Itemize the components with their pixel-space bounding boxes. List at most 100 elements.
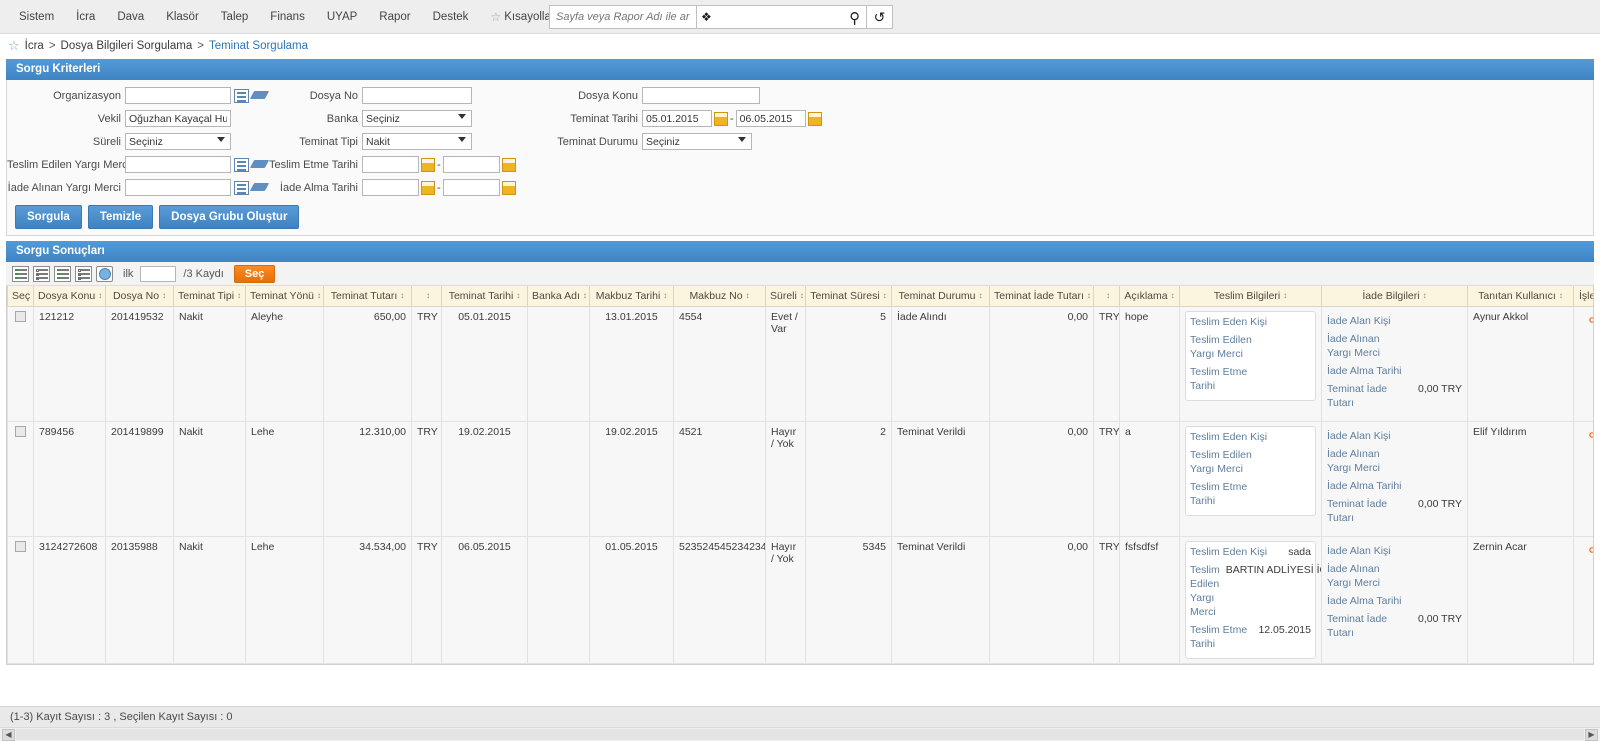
- eraser-icon[interactable]: [252, 89, 268, 102]
- select-page-icon[interactable]: [54, 265, 71, 282]
- scrollbar-track[interactable]: [16, 729, 1584, 740]
- favorite-star-icon[interactable]: ☆: [8, 38, 20, 54]
- first-page-label[interactable]: ilk: [123, 268, 133, 280]
- sort-toggle-icon[interactable]: ↕: [162, 291, 166, 300]
- column-header-süreli[interactable]: Süreli ↕: [765, 286, 806, 307]
- sureli-select[interactable]: Seçiniz: [125, 133, 231, 150]
- sec-button[interactable]: Seç: [233, 264, 276, 283]
- sort-toggle-icon[interactable]: ↕: [1423, 291, 1427, 300]
- menu-item-rapor[interactable]: Rapor: [368, 7, 421, 27]
- menu-item-klasör[interactable]: Klasör: [155, 7, 210, 27]
- teminat-durumu-select[interactable]: Seçiniz: [642, 133, 752, 150]
- list-picker-icon[interactable]: [234, 157, 249, 172]
- table-row[interactable]: 121212 201419532 Nakit Aleyhe 650,00 TRY 05.01…: [7, 305, 1593, 422]
- column-header-teminat-i̇ade-tutarı[interactable]: Teminat İade Tutarı ↕: [989, 286, 1094, 307]
- menu-item-dava[interactable]: Dava: [106, 7, 155, 27]
- eraser-icon[interactable]: [252, 181, 268, 194]
- sort-toggle-icon[interactable]: ↕: [1106, 291, 1110, 300]
- dosya-no-input[interactable]: [362, 87, 472, 104]
- deselect-page-icon[interactable]: [75, 265, 92, 282]
- row-select-checkbox[interactable]: [15, 310, 26, 322]
- teslim-etme-tarihi-from-input[interactable]: [362, 156, 419, 173]
- sort-toggle-icon[interactable]: ↕: [98, 291, 102, 300]
- sort-toggle-icon[interactable]: ↕: [979, 291, 983, 300]
- teslim-etme-tarihi-to-input[interactable]: [442, 156, 500, 173]
- calendar-icon[interactable]: [421, 180, 435, 195]
- sort-toggle-icon[interactable]: ↕: [516, 291, 520, 300]
- scroll-right-arrow-icon[interactable]: ▶: [1585, 728, 1598, 741]
- column-header-teminat-yönü[interactable]: Teminat Yönü ↕: [245, 286, 324, 307]
- sort-toggle-icon[interactable]: ↕: [1171, 291, 1175, 300]
- gear-icon[interactable]: ❖: [701, 11, 712, 23]
- sort-toggle-icon[interactable]: ↕: [883, 291, 887, 300]
- row-detail-magnifier-icon[interactable]: ⌕: [1588, 426, 1593, 443]
- calendar-icon[interactable]: [807, 111, 822, 126]
- organizasyon-input[interactable]: [125, 87, 231, 104]
- column-header-banka-adı[interactable]: Banka Adı ↕: [527, 286, 590, 307]
- column-header-i̇ade-bilgileri[interactable]: İade Bilgileri ↕: [1321, 286, 1468, 307]
- teminat-tarihi-to-input[interactable]: [735, 110, 806, 127]
- column-header-teminat-tipi[interactable]: Teminat Tipi ↕: [173, 286, 246, 307]
- menu-item-sistem[interactable]: Sistem: [8, 7, 65, 27]
- vekil-input[interactable]: [125, 110, 231, 127]
- sorgula-button[interactable]: Sorgula: [15, 205, 82, 229]
- deselect-all-icon[interactable]: [33, 265, 50, 282]
- row-detail-magnifier-icon[interactable]: ⌕: [1588, 311, 1593, 328]
- banka-select[interactable]: Seçiniz: [362, 110, 472, 127]
- list-picker-icon[interactable]: [234, 180, 249, 195]
- menu-item-finans[interactable]: Finans: [259, 7, 316, 27]
- calendar-icon[interactable]: [501, 157, 516, 172]
- sort-toggle-icon[interactable]: ↕: [317, 291, 321, 300]
- teminat-tipi-select[interactable]: Nakit: [362, 133, 472, 150]
- sort-toggle-icon[interactable]: ↕: [746, 291, 750, 300]
- table-row[interactable]: 3124272608 20135988 Nakit Lehe 34.534,00 TRY 0…: [7, 535, 1593, 664]
- column-header-makbuz-no[interactable]: Makbuz No ↕: [673, 286, 766, 307]
- column-header-teminat-tarihi[interactable]: Teminat Tarihi ↕: [441, 286, 528, 307]
- iade-alma-tarihi-to-input[interactable]: [442, 179, 500, 196]
- teslim-edilen-yargi-merci-input[interactable]: [125, 156, 231, 173]
- sort-toggle-icon[interactable]: ↕: [1559, 291, 1563, 300]
- row-select-checkbox[interactable]: [15, 540, 26, 552]
- menu-item-talep[interactable]: Talep: [210, 7, 260, 27]
- column-header-makbuz-tarihi[interactable]: Makbuz Tarihi ↕: [589, 286, 674, 307]
- eraser-icon[interactable]: [252, 158, 268, 171]
- select-all-icon[interactable]: [12, 265, 29, 282]
- column-header-teminat-süresi[interactable]: Teminat Süresi ↕: [805, 286, 892, 307]
- dosya-konu-input[interactable]: [642, 87, 760, 104]
- column-header-dosya-konu[interactable]: Dosya Konu ↕: [33, 286, 106, 307]
- page-number-input[interactable]: [140, 265, 177, 282]
- column-header-teslim-bilgileri[interactable]: Teslim Bilgileri ↕: [1179, 286, 1322, 307]
- scroll-left-arrow-icon[interactable]: ◀: [2, 728, 15, 741]
- temizle-button[interactable]: Temizle: [87, 205, 154, 229]
- history-icon[interactable]: ↺: [867, 5, 893, 29]
- refresh-icon[interactable]: [96, 265, 113, 282]
- teminat-tarihi-from-input[interactable]: [642, 110, 712, 127]
- calendar-icon[interactable]: [501, 180, 516, 195]
- row-detail-magnifier-icon[interactable]: ⌕: [1588, 541, 1593, 558]
- sort-toggle-icon[interactable]: ↕: [1283, 291, 1287, 300]
- magnifier-icon[interactable]: ⚲: [849, 9, 860, 27]
- menu-item-destek[interactable]: Destek: [422, 7, 480, 27]
- sort-toggle-icon[interactable]: ↕: [426, 291, 430, 300]
- sort-toggle-icon[interactable]: ↕: [400, 291, 404, 300]
- list-picker-icon[interactable]: [234, 88, 249, 103]
- search-input[interactable]: [549, 5, 697, 29]
- sort-toggle-icon[interactable]: ↕: [663, 291, 667, 300]
- breadcrumb-current[interactable]: Teminat Sorgulama: [209, 40, 308, 52]
- column-header-blank[interactable]: ↕: [411, 286, 442, 307]
- row-select-checkbox[interactable]: [15, 425, 26, 437]
- calendar-icon[interactable]: [714, 111, 728, 126]
- breadcrumb-parent[interactable]: Dosya Bilgileri Sorgulama: [61, 40, 193, 52]
- menu-item-i̇cra[interactable]: İcra: [65, 7, 106, 27]
- sort-toggle-icon[interactable]: ↕: [1087, 291, 1091, 300]
- column-header-teminat-durumu[interactable]: Teminat Durumu ↕: [891, 286, 990, 307]
- menu-item-uyap[interactable]: UYAP: [316, 7, 368, 27]
- calendar-icon[interactable]: [421, 157, 435, 172]
- column-header-teminat-tutarı[interactable]: Teminat Tutarı ↕: [323, 286, 412, 307]
- column-header-dosya-no[interactable]: Dosya No ↕: [105, 286, 174, 307]
- dosya-grubu-olustur-button[interactable]: Dosya Grubu Oluştur: [159, 205, 300, 229]
- breadcrumb-root[interactable]: İcra: [25, 40, 44, 52]
- table-row[interactable]: 789456 201419899 Nakit Lehe 12.310,00 TRY 19.0…: [7, 420, 1593, 537]
- sort-toggle-icon[interactable]: ↕: [583, 291, 587, 300]
- column-header-tanıtan-kullanıcı[interactable]: Tanıtan Kullanıcı ↕: [1467, 286, 1574, 307]
